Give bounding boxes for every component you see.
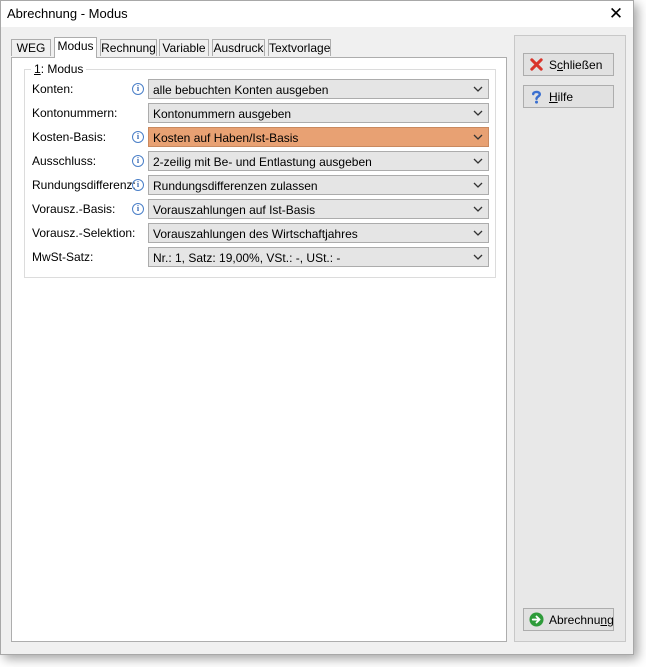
- group-title-number: 1: [34, 62, 41, 76]
- setting-row: Vorausz.-Basis: i Vorauszahlungen auf Ist-…: [25, 199, 495, 219]
- setting-label: Kontonummern:: [32, 106, 118, 120]
- tab-panel-modus: 1: Modus Konten: i alle bebuchten Konten a…: [11, 57, 507, 642]
- chevron-down-icon: [473, 206, 483, 212]
- setting-row: Ausschluss: i 2-zeilig mit Be- und Entlast…: [25, 151, 495, 171]
- group-title-text: : Modus: [40, 62, 84, 76]
- hilfe-button[interactable]: Hilfe: [523, 85, 614, 108]
- setting-dropdown[interactable]: Kontonummern ausgeben: [148, 103, 489, 123]
- setting-label: Konten:: [32, 82, 74, 96]
- setting-label: Ausschluss:: [32, 154, 97, 168]
- setting-label: Kosten-Basis:: [32, 130, 107, 144]
- title-bar: Abrechnung - Modus ✕: [1, 1, 633, 27]
- dropdown-value: Nr.: 1, Satz: 19,00%, VSt.: -, USt.: -: [153, 251, 341, 265]
- setting-dropdown[interactable]: alle bebuchten Konten ausgeben: [148, 79, 489, 99]
- modus-groupbox: 1: Modus Konten: i alle bebuchten Konten a…: [24, 62, 496, 278]
- chevron-down-icon: [473, 86, 483, 92]
- dropdown-value: Kontonummern ausgeben: [153, 107, 292, 121]
- setting-dropdown[interactable]: Nr.: 1, Satz: 19,00%, VSt.: -, USt.: -: [148, 247, 489, 267]
- setting-row: Vorausz.-Selektion: Vorauszahlungen des W…: [25, 223, 495, 243]
- dropdown-value: Vorauszahlungen des Wirtschaftjahres: [153, 227, 358, 241]
- schliessen-button[interactable]: Schließen: [523, 53, 614, 76]
- dropdown-value: Kosten auf Haben/Ist-Basis: [153, 131, 299, 145]
- tab-textvorlage[interactable]: Textvorlage: [268, 39, 331, 56]
- setting-row: Rundungsdifferenz: i Rundungsdifferenzen z…: [25, 175, 495, 195]
- setting-label: MwSt-Satz:: [32, 250, 94, 264]
- chevron-down-icon: [473, 134, 483, 140]
- setting-row: MwSt-Satz: Nr.: 1, Satz: 19,00%, VSt.: -,…: [25, 247, 495, 267]
- dialog-window: Abrechnung - Modus ✕ WEG Modus Rechnung Var…: [0, 0, 634, 655]
- chevron-down-icon: [473, 110, 483, 116]
- abrechnung-label: Abrechnung: [549, 613, 614, 627]
- chevron-down-icon: [473, 182, 483, 188]
- info-icon[interactable]: i: [132, 155, 144, 167]
- green-arrow-icon: [529, 612, 544, 627]
- dropdown-value: alle bebuchten Konten ausgeben: [153, 83, 329, 97]
- setting-dropdown[interactable]: Vorauszahlungen auf Ist-Basis: [148, 199, 489, 219]
- info-icon[interactable]: i: [132, 179, 144, 191]
- chevron-down-icon: [473, 230, 483, 236]
- tab-weg[interactable]: WEG: [11, 39, 51, 56]
- setting-label: Rundungsdifferenz:: [32, 178, 136, 192]
- info-icon[interactable]: i: [132, 131, 144, 143]
- red-x-icon: [530, 58, 543, 71]
- info-icon[interactable]: i: [132, 203, 144, 215]
- tab-rechnung[interactable]: Rechnung: [100, 39, 157, 56]
- tab-variable[interactable]: Variable: [159, 39, 209, 56]
- side-panel: Schließen Hilfe Abrechnung: [514, 35, 626, 642]
- schliessen-label: Schließen: [549, 58, 603, 72]
- question-icon: [532, 90, 542, 104]
- chevron-down-icon: [473, 158, 483, 164]
- group-title: 1: Modus: [31, 62, 87, 76]
- dropdown-value: 2-zeilig mit Be- und Entlastung ausgeben: [153, 155, 372, 169]
- hilfe-label: Hilfe: [549, 90, 574, 104]
- close-window-button[interactable]: ✕: [599, 1, 633, 27]
- setting-row: Kontonummern: Kontonummern ausgeben: [25, 103, 495, 123]
- abrechnung-button[interactable]: Abrechnung: [523, 608, 614, 631]
- tab-modus[interactable]: Modus: [54, 37, 97, 58]
- chevron-down-icon: [473, 254, 483, 260]
- setting-label: Vorausz.-Basis:: [32, 202, 116, 216]
- setting-dropdown[interactable]: 2-zeilig mit Be- und Entlastung ausgeben: [148, 151, 489, 171]
- tab-ausdruck[interactable]: Ausdruck: [212, 39, 265, 56]
- dropdown-value: Rundungsdifferenzen zulassen: [153, 179, 318, 193]
- info-icon[interactable]: i: [132, 83, 144, 95]
- dropdown-value: Vorauszahlungen auf Ist-Basis: [153, 203, 316, 217]
- window-title: Abrechnung - Modus: [7, 6, 128, 21]
- setting-dropdown[interactable]: Rundungsdifferenzen zulassen: [148, 175, 489, 195]
- setting-label: Vorausz.-Selektion:: [32, 226, 136, 240]
- setting-row: Konten: i alle bebuchten Konten ausgeben: [25, 79, 495, 99]
- setting-dropdown[interactable]: Kosten auf Haben/Ist-Basis: [148, 127, 489, 147]
- setting-dropdown[interactable]: Vorauszahlungen des Wirtschaftjahres: [148, 223, 489, 243]
- setting-row: Kosten-Basis: i Kosten auf Haben/Ist-Basis: [25, 127, 495, 147]
